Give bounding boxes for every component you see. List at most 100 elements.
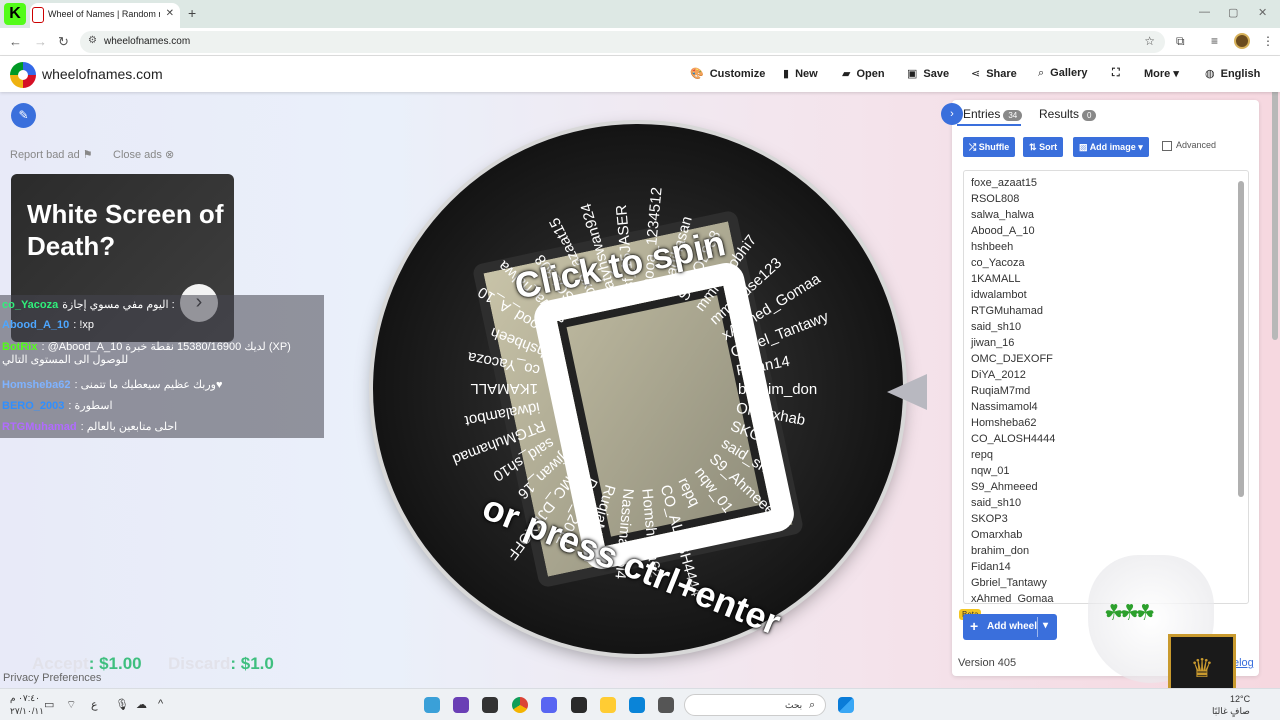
chevron-up-icon[interactable]: ^	[158, 698, 163, 710]
app-icon-9[interactable]	[658, 697, 674, 713]
entries-textarea[interactable]: foxe_azaat15 RSOL808 salwa_halwa Abood_A_10…	[963, 170, 1249, 604]
entry-line[interactable]: foxe_azaat15	[971, 177, 1037, 189]
wifi-icon[interactable]: ⌔	[66, 698, 76, 712]
entry-line[interactable]: Homsheba62	[971, 417, 1036, 429]
fullscreen-button[interactable]: ⛶	[1112, 67, 1120, 80]
entry-line[interactable]: Omarxhab	[971, 529, 1022, 541]
entry-line[interactable]: said_sh10	[971, 321, 1021, 333]
clock-time[interactable]: ٠٧:٤٠ م	[10, 693, 40, 704]
spin-wheel[interactable]: brahim_don Omarxhab SKOP3 said_sh10 S9_Ahmee…	[373, 124, 903, 654]
entry-line[interactable]: CO_ALOSH4444	[971, 433, 1055, 445]
close-window-icon[interactable]: ✕	[1258, 6, 1267, 19]
close-circle-icon: ⊗	[164, 149, 175, 161]
wheel-logo-icon[interactable]	[10, 62, 36, 88]
save-button[interactable]: ▣ Save	[907, 67, 949, 80]
entry-line[interactable]: Fidan14	[971, 561, 1011, 573]
close-ads-link[interactable]: Close ads ⊗	[113, 148, 174, 161]
entry-line[interactable]: salwa_halwa	[971, 209, 1034, 221]
entry-line[interactable]: said_sh10	[971, 497, 1021, 509]
clock-date[interactable]: ٢٧/١٠/١١	[10, 706, 44, 717]
entry-line[interactable]: repq	[971, 449, 993, 461]
microphone-icon[interactable]: 🎙	[115, 698, 129, 711]
reading-list-icon[interactable]: ≡	[1211, 34, 1218, 48]
entry-line[interactable]: brahim_don	[971, 545, 1029, 557]
entry-line[interactable]: jiwan_16	[971, 337, 1014, 349]
entry-line[interactable]: Nassimamol4	[971, 401, 1038, 413]
app-icon-2[interactable]	[453, 697, 469, 713]
edit-pencil-icon[interactable]: ✎	[11, 103, 36, 128]
new-button[interactable]: ▮ New	[783, 67, 818, 80]
weather-desc[interactable]: صافٍ غالبًا	[1212, 706, 1250, 717]
entries-scrollbar[interactable]	[1238, 181, 1244, 497]
cloud-icon[interactable]: ☁	[136, 698, 147, 711]
report-ad-link[interactable]: Report bad ad ⚑	[10, 148, 93, 161]
weather-temp[interactable]: 12°C	[1230, 694, 1250, 704]
add-wheel-button[interactable]: + Add wheel ▾	[963, 614, 1057, 640]
input-language[interactable]: ع	[91, 698, 98, 711]
entry-line[interactable]: RSOL808	[971, 193, 1019, 205]
file-explorer-icon[interactable]	[600, 697, 616, 713]
browser-tab[interactable]: Wheel of Names | Random name ✕	[30, 3, 180, 28]
reload-icon[interactable]: ↻	[58, 34, 69, 50]
entry-line[interactable]: Abood_A_10	[971, 225, 1035, 237]
profile-avatar[interactable]	[1234, 33, 1250, 49]
share-button[interactable]: ⋖ Share	[971, 67, 1017, 80]
new-tab-icon[interactable]: +	[188, 5, 196, 21]
changelog-link[interactable]: elog	[1233, 657, 1254, 669]
site-info-icon[interactable]: ⚙	[88, 35, 97, 46]
customize-button[interactable]: 🎨 Customize	[690, 67, 765, 80]
app-icon-6[interactable]	[571, 697, 587, 713]
entry-line[interactable]: RuqiaM7md	[971, 385, 1030, 397]
chrome-icon[interactable]	[512, 697, 528, 713]
kick-icon[interactable]: K	[4, 3, 26, 25]
share-label: Share	[986, 68, 1017, 80]
app-icon-1[interactable]	[424, 697, 440, 713]
chevron-down-icon[interactable]: ▾	[1043, 620, 1048, 631]
advanced-checkbox[interactable]: Advanced	[1162, 140, 1216, 151]
entry-line[interactable]: nqw_01	[971, 465, 1010, 477]
notification-icon[interactable]: ▭	[44, 698, 54, 711]
extensions-icon[interactable]: ⧉	[1176, 34, 1185, 49]
entry-line[interactable]: OMC_DJEXOFF	[971, 353, 1053, 365]
shuffle-button[interactable]: ⤮ Shuffle	[963, 137, 1016, 157]
back-icon[interactable]: ←	[9, 34, 22, 49]
site-name[interactable]: wheelofnames.com	[42, 66, 163, 82]
entry-line[interactable]: S9_Ahmeeed	[971, 481, 1038, 493]
more-button[interactable]: More ▾	[1144, 67, 1179, 80]
entry-line[interactable]: co_Yacoza	[971, 257, 1025, 269]
open-button[interactable]: ▰ Open	[842, 67, 885, 80]
page-scrollbar[interactable]	[1272, 62, 1278, 340]
entry-line[interactable]: xAhmed_Gomaa	[971, 593, 1054, 603]
taskbar-search[interactable]: بحث ⌕	[684, 694, 826, 716]
store-icon[interactable]	[629, 697, 645, 713]
search-placeholder: بحث	[785, 700, 803, 710]
discord-icon[interactable]	[541, 697, 557, 713]
privacy-preferences-link[interactable]: Privacy Preferences	[3, 672, 101, 684]
entry-line[interactable]: idwalambot	[971, 289, 1027, 301]
search-icon: ⌕	[1038, 67, 1045, 79]
language-button[interactable]: ◍ English	[1205, 67, 1260, 80]
collapse-panel-icon[interactable]: ›	[941, 103, 963, 125]
maximize-icon[interactable]: ▢	[1228, 6, 1238, 19]
bookmark-star-icon[interactable]: ☆	[1144, 34, 1155, 48]
windows-start-icon[interactable]	[838, 697, 854, 713]
browser-menu-icon[interactable]: ⋮	[1262, 34, 1274, 48]
entry-line[interactable]: DiYA_2012	[971, 369, 1026, 381]
app-icon-3[interactable]	[482, 697, 498, 713]
entry-line[interactable]: 1KAMALL	[971, 273, 1021, 285]
checkbox-box[interactable]	[1162, 140, 1172, 151]
gallery-button[interactable]: ⌕ Gallery	[1038, 67, 1087, 80]
entry-line[interactable]: SKOP3	[971, 513, 1008, 525]
close-tab-icon[interactable]: ✕	[166, 8, 174, 19]
entry-line[interactable]: RTGMuhamad	[971, 305, 1043, 317]
minimize-icon[interactable]: —	[1199, 6, 1210, 18]
entry-line[interactable]: Gbriel_Tantawy	[971, 577, 1047, 589]
address-bar[interactable]: ⚙ wheelofnames.com ☆	[80, 31, 1165, 53]
forward-icon[interactable]: →	[34, 34, 47, 49]
entry-line[interactable]: hshbeeh	[971, 241, 1013, 253]
tab-entries[interactable]: Entries 34	[963, 107, 1023, 121]
chat-user: BotRix	[2, 341, 38, 353]
add-image-button[interactable]: ▨ Add image ▾	[1073, 137, 1149, 157]
tab-results[interactable]: Results 0	[1039, 107, 1097, 121]
sort-button[interactable]: ⇅ Sort	[1023, 137, 1064, 157]
